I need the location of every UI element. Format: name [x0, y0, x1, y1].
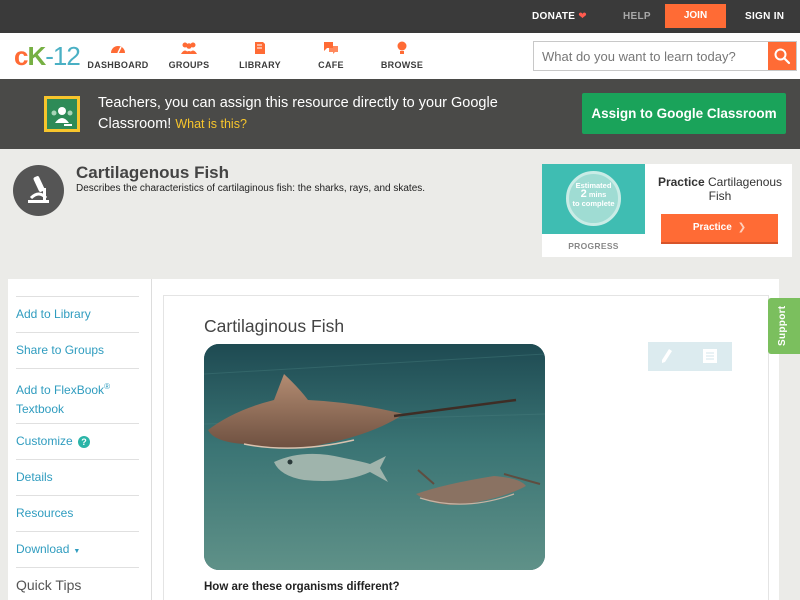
pencil-icon[interactable] [660, 348, 674, 369]
customize-link[interactable]: Customize ? [16, 423, 139, 451]
top-bar: DONATE ❤ HELP JOIN SIGN IN [0, 0, 800, 33]
content-panel: Cartilaginous Fish How are these organis… [163, 295, 769, 600]
mins-label: mins [588, 190, 607, 199]
donate-link[interactable]: DONATE ❤ [532, 11, 587, 22]
practice-button[interactable]: Practice ❯ [661, 214, 778, 244]
content-toolbox [648, 342, 732, 371]
progress-label: PROGRESS [568, 241, 619, 251]
practice-card: Estimated 2 mins to complete PROGRESS Pr… [542, 164, 792, 257]
quick-tips-heading: Quick Tips [16, 567, 139, 595]
nav-browse-label: BROWSE [380, 60, 424, 70]
ck12-logo[interactable]: cK-12 [14, 41, 81, 71]
banner-text: Teachers, you can assign this resource d… [98, 93, 498, 135]
google-classroom-icon [44, 96, 80, 132]
teacher-banner: Teachers, you can assign this resource d… [0, 79, 800, 149]
practice-thumbnail[interactable]: Estimated 2 mins to complete [542, 164, 645, 234]
chevron-right-icon: ❯ [737, 222, 747, 233]
search-input[interactable] [534, 42, 768, 70]
add-to-flexbook-label: Add to FlexBook [16, 383, 105, 397]
nav-cafe-label: CAFE [318, 60, 344, 70]
library-icon [225, 41, 295, 55]
search-box [533, 41, 797, 71]
nav-library-label: LIBRARY [239, 60, 281, 70]
to-complete-label: to complete [572, 199, 615, 208]
help-link[interactable]: HELP [623, 11, 651, 22]
nav-browse[interactable]: BROWSE [367, 41, 437, 70]
banner-message: Teachers, you can assign this resource d… [98, 95, 498, 132]
logo-12: -12 [45, 41, 81, 71]
add-to-flexbook-link[interactable]: Add to FlexBook® Textbook [16, 368, 139, 419]
assign-google-classroom-button[interactable]: Assign to Google Classroom [582, 93, 786, 134]
resource-sidebar: Add to Library Share to Groups Add to Fl… [8, 279, 151, 600]
content-title: Cartilaginous Fish [204, 316, 345, 336]
search-button[interactable] [768, 42, 796, 70]
groups-icon [154, 41, 224, 55]
sign-in-link[interactable]: SIGN IN [745, 11, 784, 22]
resource-title: Cartilagenous Fish [76, 163, 230, 182]
resource-description: Describes the characteristics of cartila… [76, 183, 426, 194]
notes-icon[interactable] [703, 349, 717, 368]
nav-dashboard-label: DASHBOARD [87, 60, 149, 70]
resources-link[interactable]: Resources [16, 495, 139, 523]
search-icon [774, 48, 791, 65]
caret-down-icon: ▼ [73, 548, 81, 555]
practice-title: Practice Cartilagenous Fish [650, 175, 790, 203]
details-link[interactable]: Details [16, 459, 139, 487]
textbook-label: Textbook [16, 402, 65, 416]
customize-label: Customize [16, 434, 73, 448]
nav-dashboard[interactable]: DASHBOARD [83, 41, 153, 70]
donate-label: DONATE [532, 11, 576, 22]
main-content: Cartilaginous Fish How are these organis… [151, 279, 779, 600]
logo-c: c [14, 41, 29, 71]
what-is-this-link[interactable]: What is this? [175, 117, 247, 131]
dashboard-icon [83, 41, 153, 55]
registered-mark: ® [104, 382, 110, 391]
browse-icon [367, 41, 437, 55]
download-label: Download [16, 542, 70, 556]
microscope-icon [13, 165, 64, 216]
practice-title-rest: Cartilagenous Fish [708, 175, 783, 203]
cartilaginous-fish-photo [204, 344, 545, 570]
practice-button-label: Practice [692, 222, 732, 233]
nav-groups-label: GROUPS [168, 60, 210, 70]
share-to-groups-link[interactable]: Share to Groups [16, 332, 139, 360]
nav-groups[interactable]: GROUPS [154, 41, 224, 70]
content-question: How are these organisms different? [204, 581, 400, 593]
add-to-library-link[interactable]: Add to Library [16, 296, 139, 324]
nav-library[interactable]: LIBRARY [225, 41, 295, 70]
cafe-icon [296, 41, 366, 55]
help-icon[interactable]: ? [78, 436, 91, 448]
download-link[interactable]: Download ▼ [16, 531, 139, 561]
support-tab[interactable]: Support [768, 298, 800, 354]
logo-k: K [27, 41, 46, 71]
heart-icon: ❤ [578, 11, 587, 22]
support-label: Support [777, 305, 788, 346]
practice-title-bold: Practice [657, 175, 705, 189]
main-nav: cK-12 DASHBOARD GROUPS LIBRARY CAFE BROW… [0, 33, 800, 79]
join-button[interactable]: JOIN [665, 4, 726, 28]
estimated-time: Estimated 2 mins to complete [566, 181, 621, 208]
nav-cafe[interactable]: CAFE [296, 41, 366, 70]
